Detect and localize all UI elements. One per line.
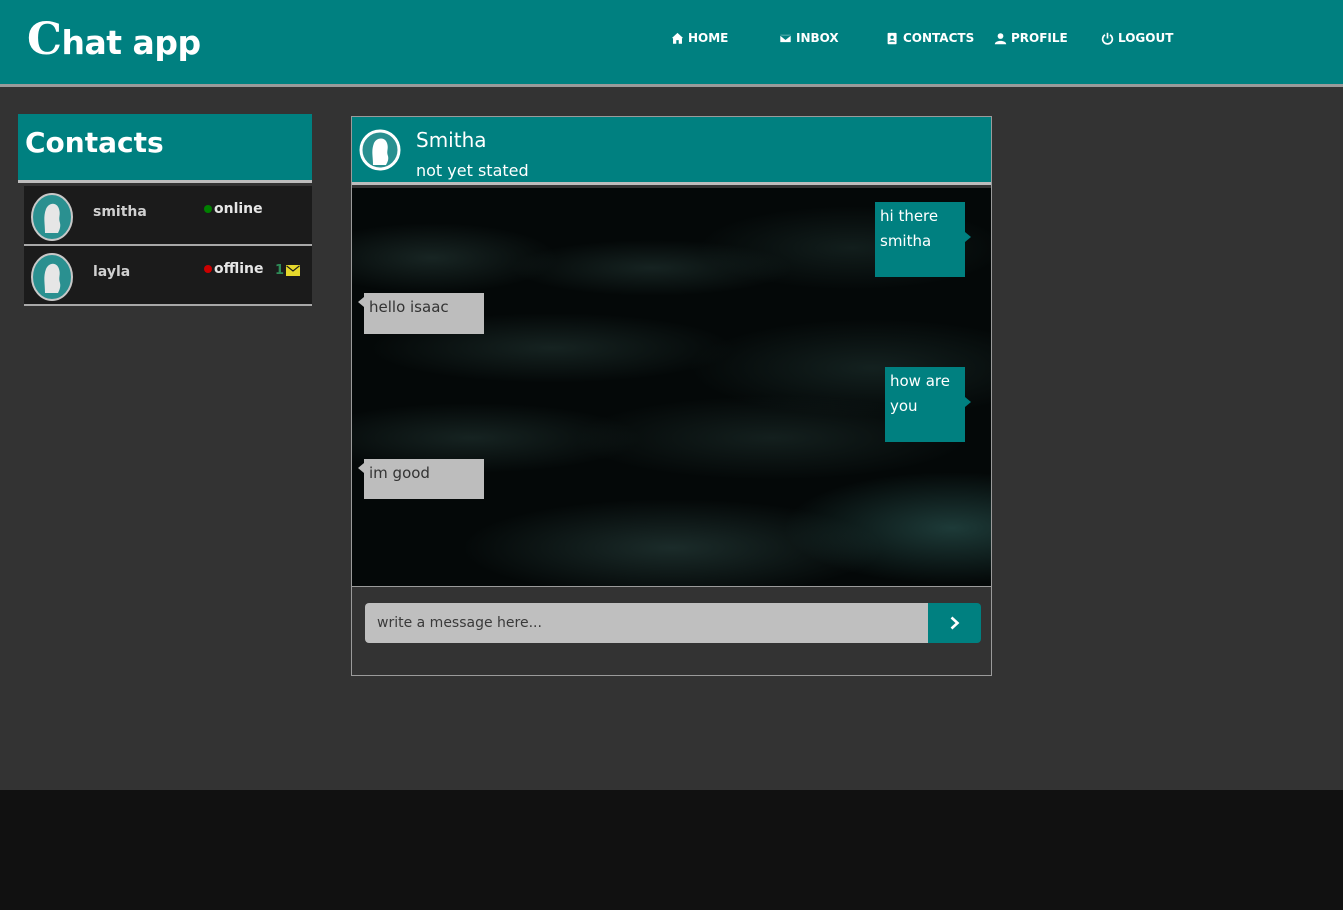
power-icon: [1101, 32, 1114, 45]
home-icon: [671, 32, 684, 44]
chat-header: Smitha not yet stated: [352, 117, 991, 185]
contact-name: smitha: [93, 204, 147, 220]
nav-contacts-label: CONTACTS: [903, 31, 975, 45]
status-dot-icon: [204, 265, 212, 273]
address-book-icon: [887, 32, 897, 44]
contact-item-smitha[interactable]: smitha online: [24, 186, 312, 246]
contact-name: layla: [93, 264, 131, 280]
message-sent: how are you: [885, 367, 971, 442]
avatar: [31, 253, 73, 301]
message-composer: [365, 603, 981, 643]
nav-profile[interactable]: PROFILE: [994, 31, 1068, 45]
unread-badge: 1: [275, 263, 301, 278]
contacts-header: Contacts: [18, 114, 312, 183]
top-navbar: Chat app HOME INBOX CONTACTS PROFILE LOG…: [0, 0, 1343, 87]
nav-inbox[interactable]: INBOX: [779, 31, 839, 45]
contact-status: offline: [204, 261, 264, 277]
app-logo[interactable]: Chat app: [27, 14, 201, 65]
nav-home-label: HOME: [688, 31, 729, 45]
message-input[interactable]: [365, 603, 928, 643]
nav-home[interactable]: HOME: [671, 31, 728, 45]
nav-profile-label: PROFILE: [1011, 31, 1068, 45]
message-received: im good: [358, 459, 484, 499]
chevron-right-icon: [950, 616, 959, 630]
contact-status-label: online: [214, 201, 263, 217]
contact-status: online: [204, 201, 263, 217]
nav-logout[interactable]: LOGOUT: [1101, 31, 1173, 45]
avatar: [359, 129, 401, 171]
envelope-icon: [779, 33, 792, 43]
message-list[interactable]: hi there smitha hello isaac how are you …: [352, 188, 991, 587]
avatar: [31, 193, 73, 241]
status-dot-icon: [204, 205, 212, 213]
footer: [0, 790, 1343, 910]
contacts-title: Contacts: [25, 126, 164, 159]
chat-window: Smitha not yet stated hi there smitha he…: [351, 116, 992, 676]
chat-contact-status: not yet stated: [416, 161, 529, 180]
unread-count: 1: [275, 263, 285, 278]
contact-status-label: offline: [214, 261, 264, 277]
message-received: hello isaac: [358, 293, 484, 334]
envelope-icon: [286, 265, 301, 276]
send-button[interactable]: [928, 603, 981, 643]
nav-contacts[interactable]: CONTACTS: [886, 31, 974, 45]
nav-inbox-label: INBOX: [796, 31, 839, 45]
nav-logout-label: LOGOUT: [1118, 31, 1174, 45]
user-icon: [994, 32, 1007, 44]
message-sent: hi there smitha: [875, 202, 971, 277]
contact-item-layla[interactable]: layla offline 1: [24, 246, 312, 306]
chat-contact-name: Smitha: [416, 128, 487, 152]
